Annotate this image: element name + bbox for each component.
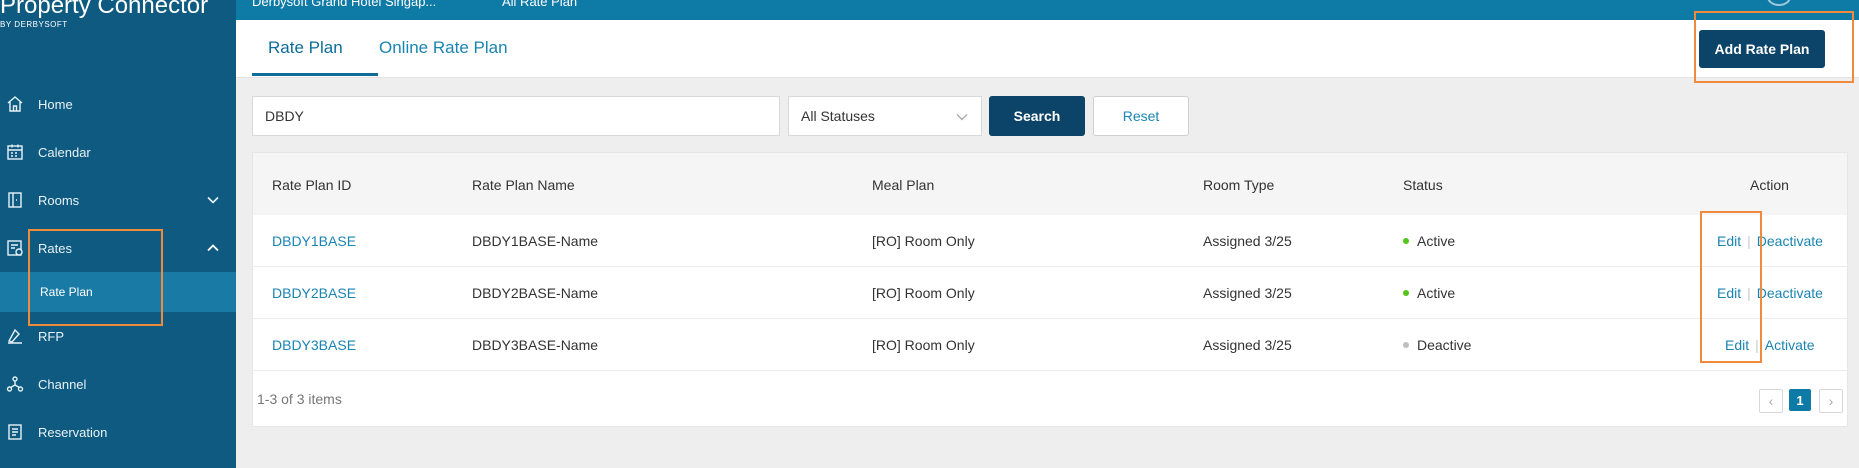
status-dot-icon xyxy=(1403,342,1409,349)
rate-plan-id-link[interactable]: DBDY2BASE xyxy=(272,285,356,301)
sidebar-item-label: Channel xyxy=(38,376,87,392)
room-type: Assigned 3/25 xyxy=(1203,233,1292,249)
header-rate-plan-id[interactable]: Rate Plan ID xyxy=(272,177,351,193)
status-cell: Active xyxy=(1403,285,1455,301)
header-rate-plan-name[interactable]: Rate Plan Name xyxy=(472,177,575,193)
sidebar-item-label: RFP xyxy=(38,328,64,344)
rooms-icon xyxy=(6,191,24,209)
deactivate-link[interactable]: Deactivate xyxy=(1757,233,1823,249)
rate-plan-id-link[interactable]: DBDY1BASE xyxy=(272,233,356,249)
sidebar-item-rooms[interactable]: Rooms xyxy=(0,176,236,224)
status-dot-icon xyxy=(1403,238,1409,245)
sidebar-item-reservation[interactable]: Reservation xyxy=(0,408,236,456)
tab-bar: Rate Plan Online Rate Plan Add Rate Plan xyxy=(236,20,1859,78)
activate-link[interactable]: Activate xyxy=(1765,337,1815,353)
header-action: Action xyxy=(1750,177,1789,193)
deactivate-link[interactable]: Deactivate xyxy=(1757,285,1823,301)
reset-button[interactable]: Reset xyxy=(1093,96,1189,136)
status-cell: Active xyxy=(1403,233,1455,249)
status-select-value: All Statuses xyxy=(801,108,875,124)
brand-title: Property Connector xyxy=(0,0,209,19)
rate-plan-table: Rate Plan ID Rate Plan Name Meal Plan Ro… xyxy=(252,152,1848,427)
rate-plan-name: DBDY2BASE-Name xyxy=(472,285,599,301)
sidebar-item-label: Reservation xyxy=(38,424,108,440)
sidebar-item-label: Calendar xyxy=(38,144,91,160)
home-icon xyxy=(6,95,24,113)
status-select[interactable]: All Statuses xyxy=(788,96,982,136)
header-room-type[interactable]: Room Type xyxy=(1203,177,1274,193)
pagination-next-button[interactable]: › xyxy=(1819,389,1843,413)
header-meal-plan[interactable]: Meal Plan xyxy=(872,177,934,193)
pagination-page-1[interactable]: 1 xyxy=(1789,389,1811,411)
highlight-add-box xyxy=(1694,11,1854,83)
sidebar-item-calendar[interactable]: Calendar xyxy=(0,128,236,176)
table-header: Rate Plan ID Rate Plan Name Meal Plan Ro… xyxy=(253,153,1847,215)
search-input[interactable] xyxy=(252,96,780,136)
status-text: Deactive xyxy=(1417,337,1472,353)
highlight-rates-box xyxy=(28,229,163,326)
status-cell: Deactive xyxy=(1403,337,1471,353)
rfp-icon xyxy=(6,327,24,345)
top-bar: Derbysoft Grand Hotel Singap... All Rate… xyxy=(236,0,1859,20)
status-text: Active xyxy=(1417,285,1456,301)
breadcrumb-hotel[interactable]: Derbysoft Grand Hotel Singap... xyxy=(252,0,436,9)
rates-icon xyxy=(6,239,24,257)
breadcrumb-page: All Rate Plan xyxy=(502,0,578,9)
table-row: DBDY3BASE DBDY3BASE-Name [RO] Room Only … xyxy=(253,319,1847,371)
room-type: Assigned 3/25 xyxy=(1203,337,1292,353)
search-button[interactable]: Search xyxy=(989,96,1085,136)
rate-plan-id-link[interactable]: DBDY3BASE xyxy=(272,337,356,353)
tab-online-rate-plan[interactable]: Online Rate Plan xyxy=(379,38,508,58)
reservation-icon xyxy=(6,423,24,441)
meal-plan: [RO] Room Only xyxy=(872,233,975,249)
table-row: DBDY1BASE DBDY1BASE-Name [RO] Room Only … xyxy=(253,215,1847,267)
meal-plan: [RO] Room Only xyxy=(872,337,975,353)
active-tab-indicator xyxy=(252,73,378,76)
highlight-edit-box xyxy=(1700,211,1762,363)
user-avatar-icon[interactable] xyxy=(1767,0,1791,6)
sidebar-item-home[interactable]: Home xyxy=(0,80,236,128)
chevron-up-icon xyxy=(207,244,219,252)
meal-plan: [RO] Room Only xyxy=(872,285,975,301)
room-type: Assigned 3/25 xyxy=(1203,285,1292,301)
calendar-icon xyxy=(6,143,24,161)
chevron-down-icon xyxy=(207,196,219,204)
status-text: Active xyxy=(1417,233,1456,249)
chevron-down-icon xyxy=(956,114,968,121)
brand-subtitle: BY DERBYSOFT xyxy=(0,20,68,29)
brand: Property Connector BY DERBYSOFT xyxy=(0,0,236,29)
header-status[interactable]: Status xyxy=(1403,177,1443,193)
sidebar-item-label: Home xyxy=(38,96,73,112)
sidebar-item-channel[interactable]: Channel xyxy=(0,360,236,408)
pagination-prev-button[interactable]: ‹ xyxy=(1759,389,1783,413)
sidebar-item-label: Rooms xyxy=(38,192,80,208)
status-dot-icon xyxy=(1403,290,1409,297)
rate-plan-name: DBDY1BASE-Name xyxy=(472,233,599,249)
channel-icon xyxy=(6,375,24,393)
tab-rate-plan[interactable]: Rate Plan xyxy=(268,38,343,58)
rate-plan-name: DBDY3BASE-Name xyxy=(472,337,599,353)
table-row: DBDY2BASE DBDY2BASE-Name [RO] Room Only … xyxy=(253,267,1847,319)
pagination-summary: 1-3 of 3 items xyxy=(257,391,342,407)
